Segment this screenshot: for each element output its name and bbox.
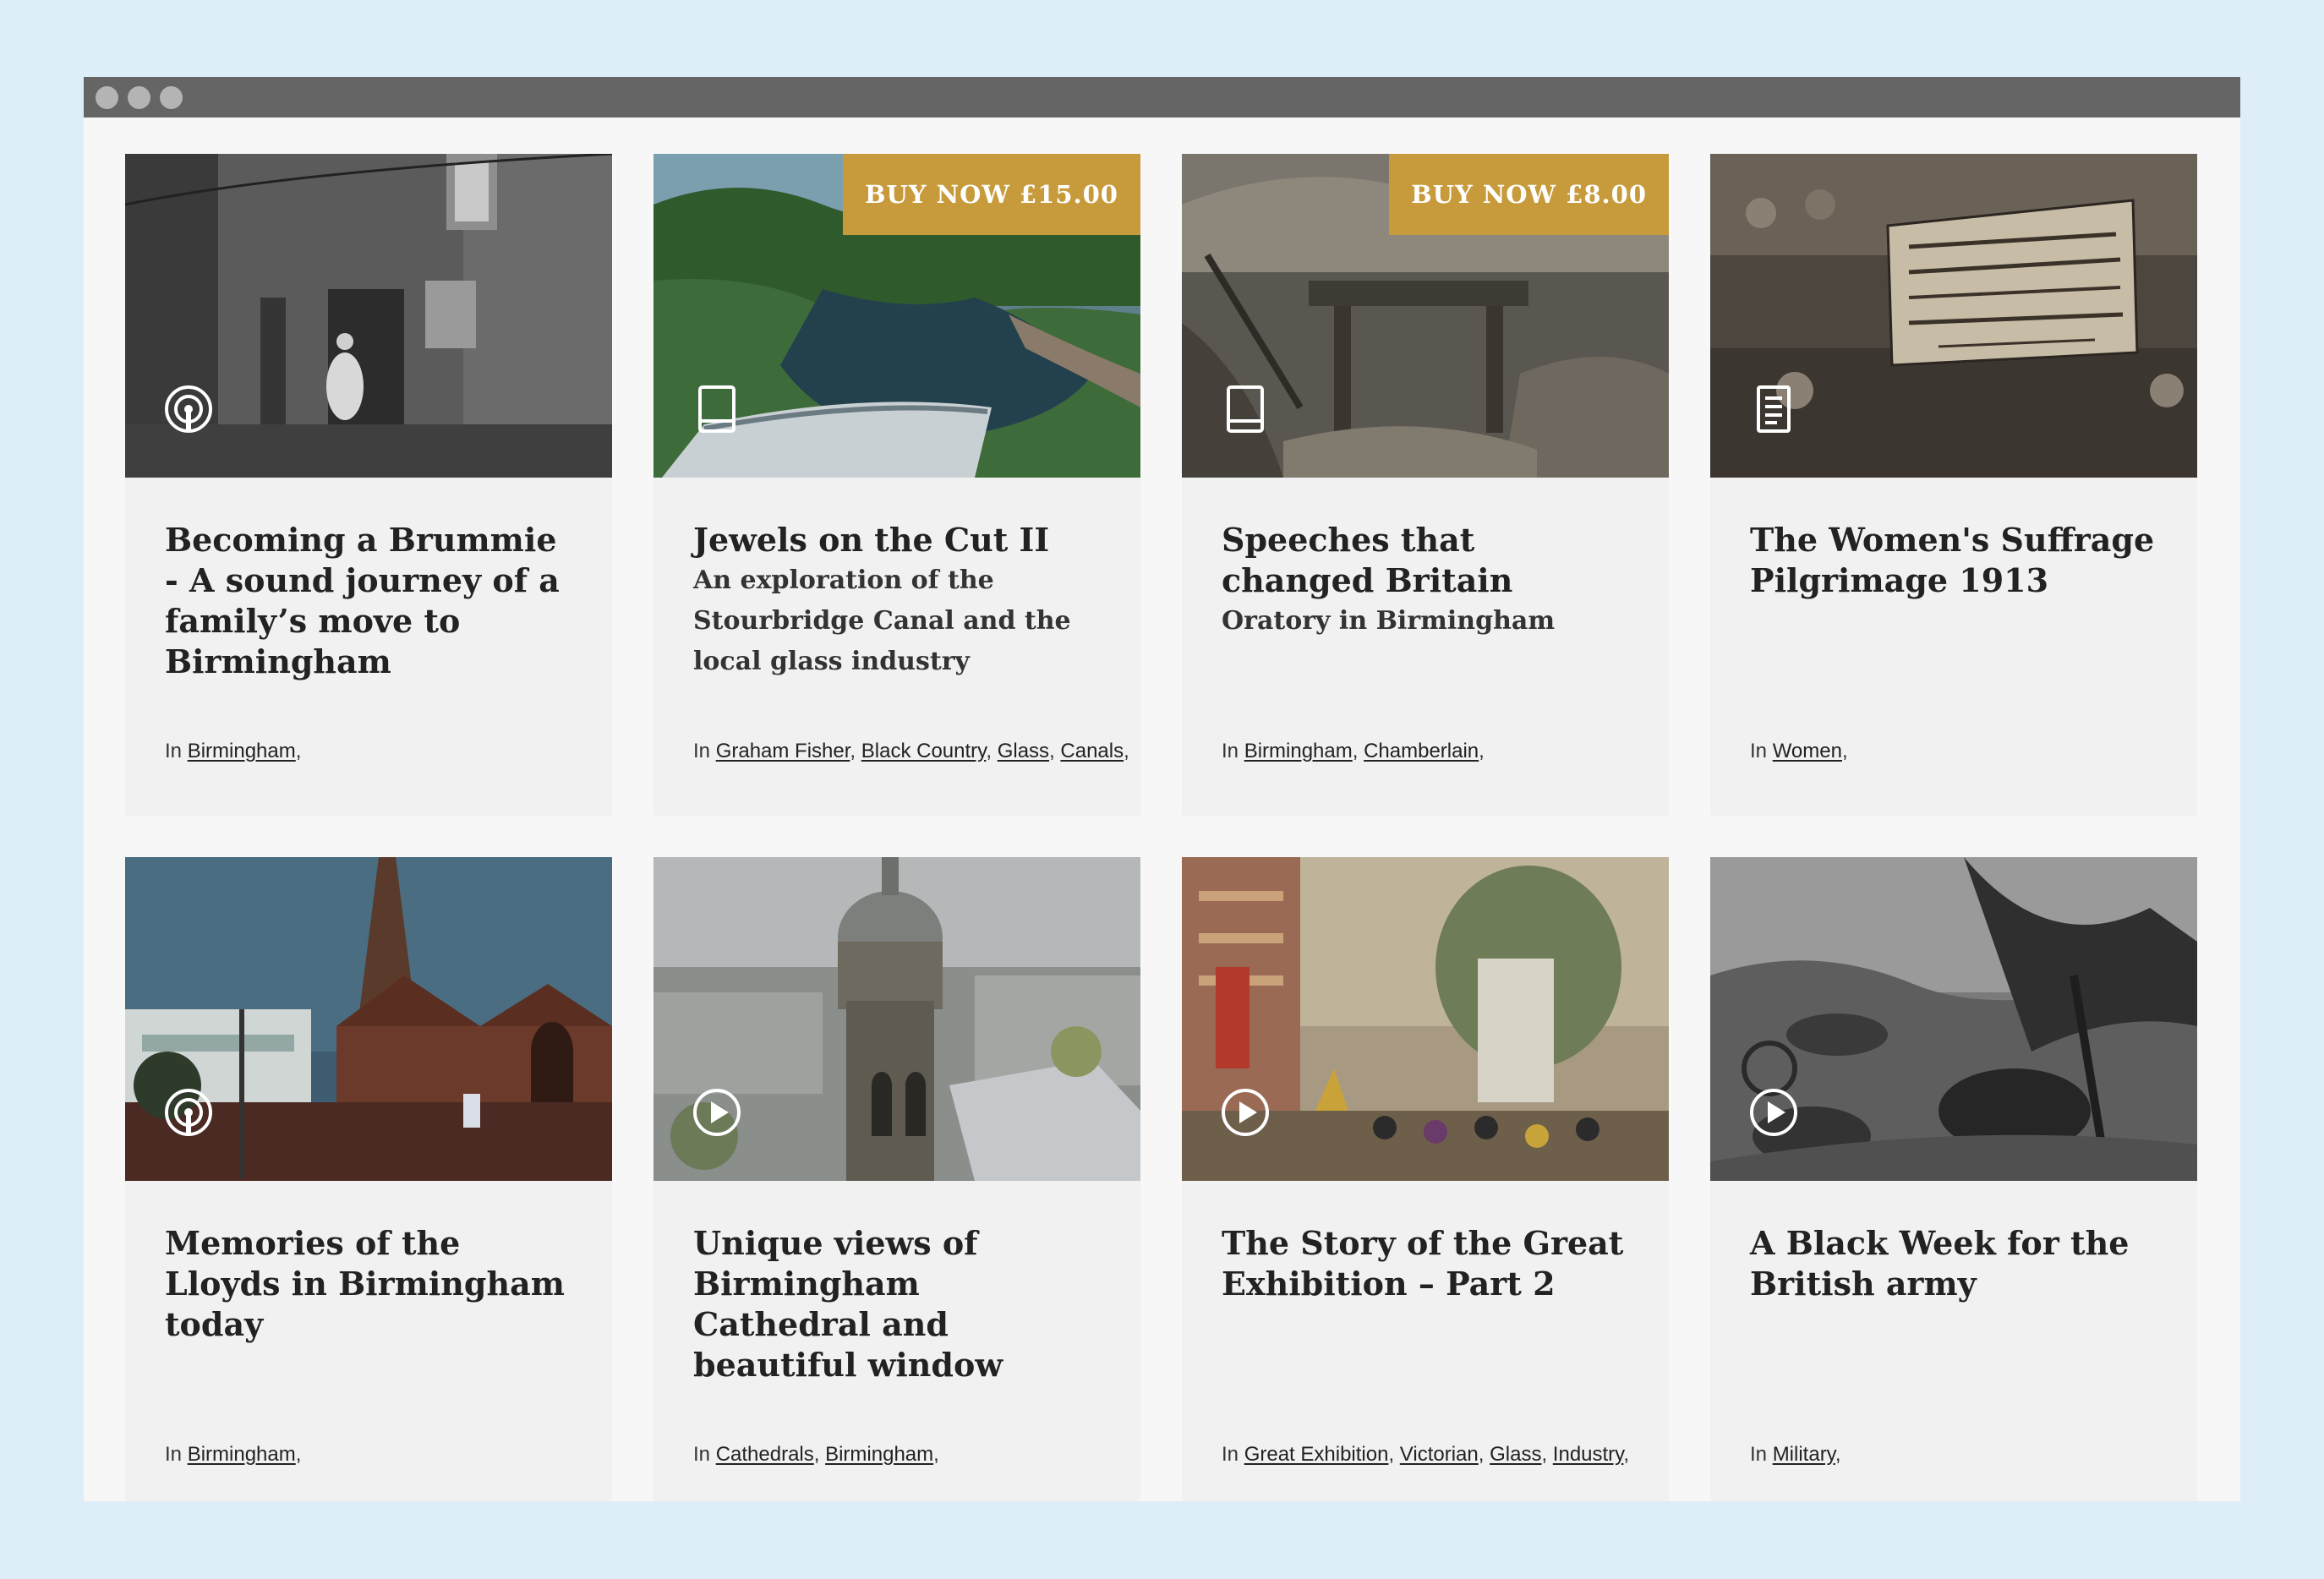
tag-link[interactable]: Birmingham xyxy=(1244,740,1353,762)
content-card[interactable]: A Black Week for the British army In Mil… xyxy=(1710,857,2197,1501)
card-tags: In Birmingham, xyxy=(165,740,302,762)
card-thumbnail[interactable] xyxy=(1182,857,1669,1181)
tag-link[interactable]: Glass xyxy=(998,740,1049,762)
content-card[interactable]: BUY NOW £8.00 Speeches that changed Brit… xyxy=(1182,154,1669,816)
window-titlebar xyxy=(84,77,2240,117)
card-tags: In Great Exhibition, Victorian, Glass, I… xyxy=(1222,1443,1630,1466)
podcast-icon xyxy=(165,385,212,433)
tag-link[interactable]: Women xyxy=(1773,740,1842,762)
content-card[interactable]: The Story of the Great Exhibition – Part… xyxy=(1182,857,1669,1501)
content-card[interactable]: Memories of the Lloyds in Birmingham tod… xyxy=(125,857,612,1501)
card-tags: In Cathedrals, Birmingham, xyxy=(693,1443,939,1466)
tag-link[interactable]: Glass xyxy=(1490,1443,1541,1466)
card-thumbnail[interactable] xyxy=(653,857,1140,1181)
tag-link[interactable]: Industry xyxy=(1553,1443,1624,1466)
book-icon xyxy=(1227,385,1264,433)
play-icon xyxy=(1750,1089,1797,1136)
window-maximize-button[interactable] xyxy=(160,85,183,109)
play-icon xyxy=(693,1089,741,1136)
card-subtitle: An exploration of the Stourbridge Canal … xyxy=(693,565,1071,676)
tag-link[interactable]: Victorian xyxy=(1400,1443,1479,1466)
tag-link[interactable]: Chamberlain xyxy=(1364,740,1479,762)
content-card[interactable]: The Women's Suffrage Pilgrimage 1913 In … xyxy=(1710,154,2197,816)
card-thumbnail[interactable] xyxy=(1710,154,2197,478)
content-card[interactable]: BUY NOW £15.00 Jewels on the Cut II An e… xyxy=(653,154,1140,816)
card-subtitle: Oratory in Birmingham xyxy=(1222,606,1556,636)
tag-link[interactable]: Cathedrals xyxy=(716,1443,814,1466)
card-title[interactable]: A Black Week for the British army xyxy=(1750,1223,2163,1304)
card-tags: In Birmingham, xyxy=(165,1443,302,1466)
card-title[interactable]: Becoming a Brummie - A sound journey of … xyxy=(165,520,578,682)
tag-link[interactable]: Birmingham xyxy=(825,1443,933,1466)
tags-prefix: In xyxy=(1750,1443,1768,1466)
window-close-button[interactable] xyxy=(96,85,118,109)
card-title[interactable]: The Story of the Great Exhibition – Part… xyxy=(1222,1223,1635,1304)
card-title[interactable]: The Women's Suffrage Pilgrimage 1913 xyxy=(1750,520,2163,601)
card-thumbnail[interactable] xyxy=(125,154,612,478)
tag-link[interactable]: Birmingham xyxy=(188,740,296,762)
card-title[interactable]: Jewels on the Cut II xyxy=(693,520,1107,560)
tags-prefix: In xyxy=(1222,1443,1239,1466)
window-minimize-button[interactable] xyxy=(128,85,150,109)
card-thumbnail[interactable] xyxy=(125,857,612,1181)
tags-prefix: In xyxy=(693,740,711,762)
browser-window: Becoming a Brummie - A sound journey of … xyxy=(84,77,2240,1501)
card-tags: In Military, xyxy=(1750,1443,1841,1466)
tags-prefix: In xyxy=(693,1443,711,1466)
tag-link[interactable]: Great Exhibition xyxy=(1244,1443,1389,1466)
card-title[interactable]: Speeches that changed Britain xyxy=(1222,520,1635,601)
tag-link[interactable]: Canals xyxy=(1060,740,1124,762)
card-thumbnail[interactable]: BUY NOW £8.00 xyxy=(1182,154,1669,478)
book-icon xyxy=(698,385,735,433)
tags-prefix: In xyxy=(165,1443,183,1466)
content-card[interactable]: Becoming a Brummie - A sound journey of … xyxy=(125,154,612,816)
card-tags: In Graham Fisher, Black Country, Glass, … xyxy=(693,740,1129,762)
tags-prefix: In xyxy=(1750,740,1768,762)
card-tags: In Women, xyxy=(1750,740,1848,762)
buy-now-button[interactable]: BUY NOW £8.00 xyxy=(1389,154,1669,235)
card-tags: In Birmingham, Chamberlain, xyxy=(1222,740,1485,762)
tag-link[interactable]: Black Country xyxy=(861,740,987,762)
card-title[interactable]: Unique views of Birmingham Cathedral and… xyxy=(693,1223,1107,1385)
tags-prefix: In xyxy=(165,740,183,762)
content-grid: Becoming a Brummie - A sound journey of … xyxy=(125,154,2197,1501)
tag-link[interactable]: Military xyxy=(1773,1443,1835,1466)
podcast-icon xyxy=(165,1089,212,1136)
tags-prefix: In xyxy=(1222,740,1239,762)
buy-now-button[interactable]: BUY NOW £15.00 xyxy=(842,154,1140,235)
tag-link[interactable]: Graham Fisher xyxy=(716,740,850,762)
tag-link[interactable]: Birmingham xyxy=(188,1443,296,1466)
card-thumbnail[interactable]: BUY NOW £15.00 xyxy=(653,154,1140,478)
play-icon xyxy=(1222,1089,1269,1136)
content-card[interactable]: Unique views of Birmingham Cathedral and… xyxy=(653,857,1140,1501)
document-icon xyxy=(1757,385,1791,433)
card-title[interactable]: Memories of the Lloyds in Birmingham tod… xyxy=(165,1223,578,1345)
card-thumbnail[interactable] xyxy=(1710,857,2197,1181)
